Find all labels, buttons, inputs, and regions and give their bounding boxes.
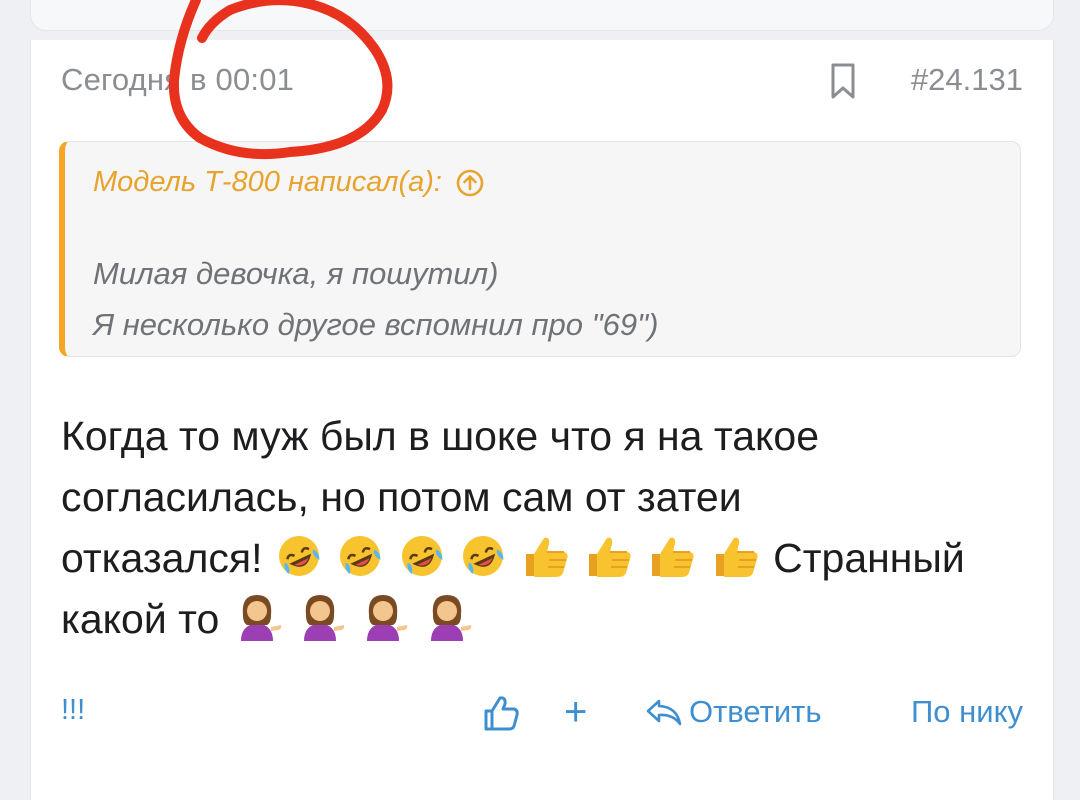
message-body: Когда то муж был в шоке что я на такое с… — [61, 406, 1011, 650]
arrow-up-circle-icon[interactable] — [456, 169, 484, 197]
forum-post: Сегодня в 00:01 #24.131 Модель Т-800 нап… — [30, 40, 1054, 800]
message-text: отказался! — [61, 535, 263, 581]
quote-author-link[interactable]: Модель Т-800 написал(а): — [93, 166, 484, 199]
rolling-laughing-emoji — [340, 536, 381, 576]
quote-text: Милая девочка, я пошутил) Я несколько др… — [93, 248, 658, 350]
woman-tipping-hand-emoji — [367, 595, 408, 641]
post-number-link[interactable]: #24.131 — [911, 62, 1023, 98]
quote-block: Модель Т-800 написал(а): Милая девочка, … — [59, 141, 1021, 357]
thumbs-up-outline-icon[interactable] — [483, 694, 519, 732]
woman-tipping-hand-emoji — [430, 595, 472, 641]
plus-button[interactable]: + — [564, 690, 587, 734]
thumbs-up-emoji — [715, 537, 758, 577]
laughing-emoji-group — [262, 535, 519, 581]
message-text: Странный — [773, 535, 965, 581]
post-actions: !!! + Ответить По нику — [31, 690, 1053, 740]
previous-post-card — [30, 0, 1054, 31]
quote-line: Милая девочка, я пошутил) — [93, 256, 499, 291]
woman-tipping-hand-emoji — [304, 595, 345, 641]
rolling-laughing-emoji — [463, 536, 504, 576]
thumbs-up-emoji — [525, 537, 568, 577]
reply-label: Ответить — [689, 694, 822, 729]
message-line: какой то — [61, 589, 1011, 650]
bookmark-icon[interactable] — [828, 62, 858, 100]
thumbs-up-emoji — [588, 537, 631, 577]
thumbs-up-emoji — [652, 537, 694, 577]
woman-tipping-hand-emoji — [240, 595, 281, 641]
rolling-laughing-emoji — [278, 536, 320, 576]
message-line: отказался! Странный — [61, 528, 1011, 589]
report-button[interactable]: !!! — [61, 694, 85, 727]
tipping-hand-emoji-group — [219, 595, 473, 642]
quote-author-label: Модель Т-800 написал(а): — [93, 166, 442, 198]
quote-line: Я несколько другое вспомнил про "69") — [93, 307, 659, 342]
rolling-laughing-emoji — [401, 536, 443, 576]
message-text: какой то — [61, 596, 220, 642]
reply-arrow-icon — [646, 699, 682, 726]
thumbs-up-emoji-group — [520, 535, 774, 581]
by-nick-button[interactable]: По нику — [911, 694, 1023, 730]
message-line: согласилась, но потом сам от затеи — [61, 474, 742, 520]
reply-button[interactable]: Ответить — [645, 694, 822, 730]
post-timestamp[interactable]: Сегодня в 00:01 — [61, 62, 294, 98]
message-line: Когда то муж был в шоке что я на такое — [61, 413, 819, 459]
